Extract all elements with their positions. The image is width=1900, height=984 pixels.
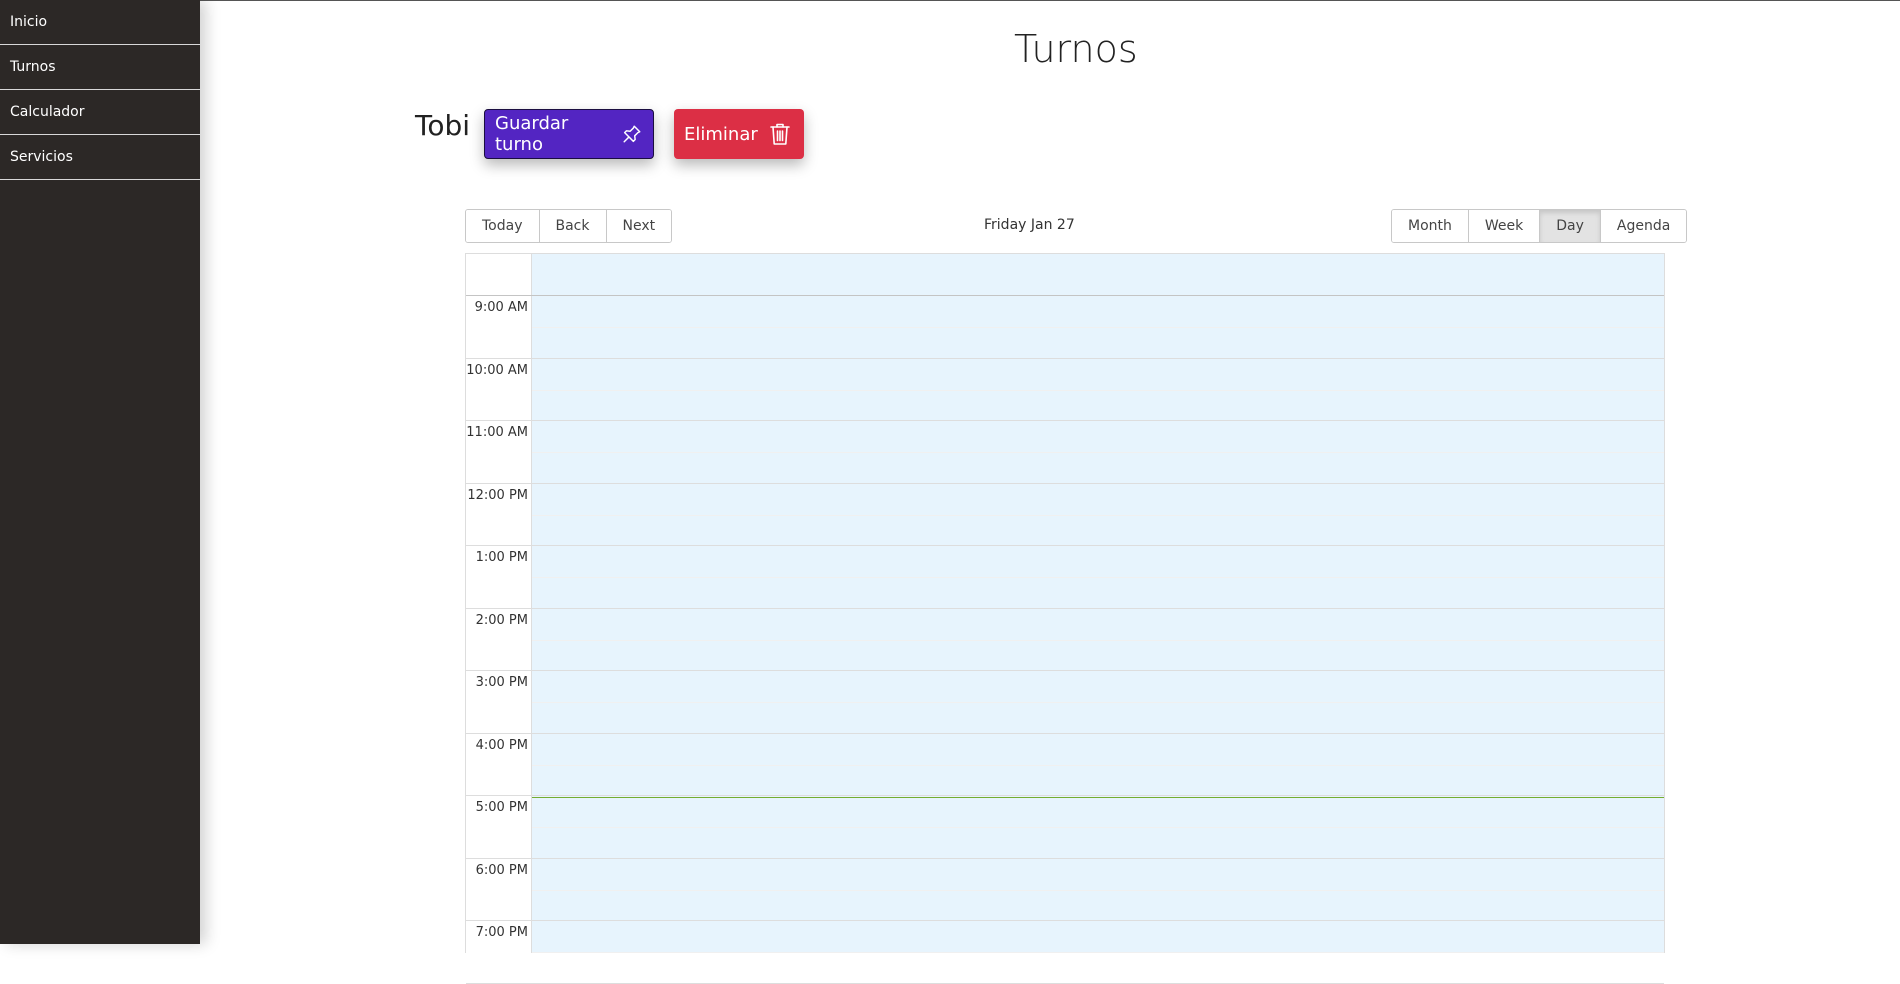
- time-slot: 4:00 PM: [466, 734, 532, 796]
- sidebar-item-label: Servicios: [10, 149, 73, 165]
- client-name: Tobi: [415, 109, 471, 142]
- sidebar: Inicio Turnos Calculador Servicios: [0, 0, 200, 944]
- allday-gutter-cell: [466, 254, 532, 296]
- time-slot: 2:00 PM: [466, 609, 532, 671]
- time-slot: 1:00 PM: [466, 546, 532, 609]
- time-label: 1:00 PM: [475, 550, 528, 565]
- time-label: 2:00 PM: [475, 612, 528, 628]
- time-label: 3:00 PM: [475, 675, 528, 690]
- day-slot[interactable]: [532, 609, 1664, 671]
- day-slot[interactable]: [532, 671, 1664, 734]
- day-slot[interactable]: [532, 734, 1664, 796]
- delete-button-label: Eliminar: [684, 123, 758, 145]
- calendar-date-label: Friday Jan 27: [984, 217, 1075, 233]
- time-label: 12:00 PM: [467, 487, 528, 503]
- time-slot: 7:00 PM: [466, 921, 532, 984]
- day-slot[interactable]: [532, 546, 1664, 609]
- current-time-indicator: [532, 797, 1664, 798]
- view-day-button[interactable]: Day: [1540, 210, 1601, 242]
- time-slot: 11:00 AM: [466, 421, 532, 484]
- trash-icon: [769, 123, 790, 145]
- day-calendar: 9:00 AM 10:00 AM 11:00 AM 12:00 PM 1:00 …: [465, 253, 1665, 984]
- day-slot[interactable]: [532, 296, 1664, 359]
- time-slot: 10:00 AM: [466, 359, 532, 421]
- sidebar-item-inicio[interactable]: Inicio: [0, 0, 200, 45]
- time-label: 6:00 PM: [475, 862, 528, 878]
- pin-icon: [623, 125, 641, 143]
- delete-appointment-button[interactable]: Eliminar: [674, 109, 804, 159]
- back-button[interactable]: Back: [539, 210, 607, 242]
- time-slot: 6:00 PM: [466, 859, 532, 921]
- time-label: 5:00 PM: [475, 800, 528, 815]
- sidebar-item-label: Turnos: [10, 59, 56, 75]
- sidebar-item-label: Inicio: [10, 14, 48, 30]
- time-label: 4:00 PM: [475, 737, 528, 753]
- time-slot: 9:00 AM: [466, 296, 532, 359]
- time-label: 9:00 AM: [474, 300, 528, 315]
- day-slot[interactable]: [532, 359, 1664, 421]
- time-gutter: 9:00 AM 10:00 AM 11:00 AM 12:00 PM 1:00 …: [466, 254, 532, 984]
- sidebar-item-servicios[interactable]: Servicios: [0, 135, 200, 180]
- sidebar-item-label: Calculador: [10, 104, 85, 120]
- top-border: [0, 0, 1900, 1]
- view-month-button[interactable]: Month: [1392, 210, 1469, 242]
- next-button[interactable]: Next: [606, 210, 672, 242]
- time-slot: 12:00 PM: [466, 484, 532, 546]
- day-slot[interactable]: [532, 859, 1664, 921]
- time-slot: 5:00 PM: [466, 796, 532, 859]
- today-button[interactable]: Today: [466, 210, 540, 242]
- day-column[interactable]: [532, 296, 1664, 984]
- allday-row[interactable]: [532, 254, 1664, 296]
- save-appointment-button[interactable]: Guardar turno: [484, 109, 654, 159]
- calendar-view-group: Month Week Day Agenda: [1391, 209, 1688, 243]
- day-slot[interactable]: [532, 921, 1664, 984]
- time-label: 10:00 AM: [466, 362, 528, 378]
- save-button-label: Guardar turno: [495, 113, 569, 155]
- day-slot[interactable]: [532, 421, 1664, 484]
- view-agenda-button[interactable]: Agenda: [1600, 210, 1687, 242]
- day-slot[interactable]: [532, 484, 1664, 546]
- time-label: 11:00 AM: [466, 425, 528, 440]
- page-title: Turnos: [1014, 27, 1138, 71]
- view-week-button[interactable]: Week: [1468, 210, 1541, 242]
- time-slot: 3:00 PM: [466, 671, 532, 734]
- day-slot[interactable]: [532, 796, 1664, 859]
- time-label: 7:00 PM: [475, 925, 528, 940]
- sidebar-item-turnos[interactable]: Turnos: [0, 45, 200, 90]
- calendar-nav-group: Today Back Next: [465, 209, 673, 243]
- sidebar-item-calculador[interactable]: Calculador: [0, 90, 200, 135]
